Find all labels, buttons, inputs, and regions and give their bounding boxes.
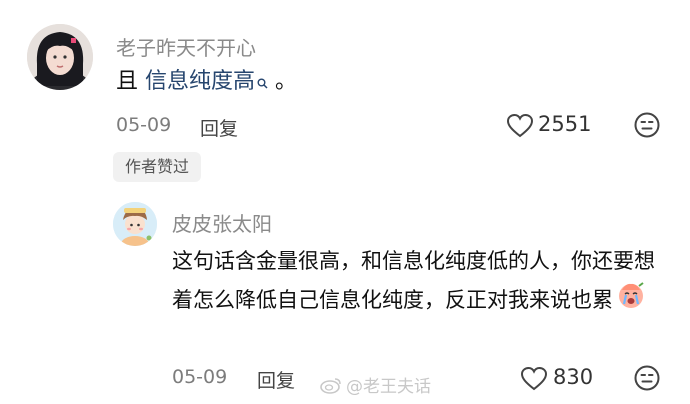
weibo-logo-icon bbox=[320, 376, 342, 399]
crying-face-emoji-icon bbox=[616, 280, 646, 322]
comment-text: 且 信息纯度高 。 bbox=[116, 68, 297, 97]
replier-username[interactable]: 皮皮张太阳 bbox=[172, 208, 272, 237]
face-menu-icon[interactable] bbox=[633, 111, 661, 143]
commenter-username[interactable]: 老子昨天不开心 bbox=[116, 32, 256, 61]
reply-date: 05-09 bbox=[172, 366, 228, 388]
comment-text-suffix: 。 bbox=[268, 69, 298, 94]
comment-reply-button[interactable]: 回复 bbox=[200, 114, 238, 141]
face-menu-icon[interactable] bbox=[633, 364, 661, 396]
replier-avatar[interactable] bbox=[113, 202, 157, 246]
comment-link-text[interactable]: 信息纯度高 bbox=[145, 69, 255, 94]
author-liked-badge: 作者赞过 bbox=[113, 152, 202, 182]
watermark: @老王夫话 bbox=[320, 372, 431, 399]
reply-like-count: 830 bbox=[553, 365, 594, 389]
reply-text: 这句话含金量很高，和信息化纯度低的人，你还要想着怎么降低自己信息化纯度，反正对我… bbox=[172, 242, 667, 322]
heart-outline-icon[interactable] bbox=[506, 113, 534, 143]
watermark-text: @老王夫话 bbox=[346, 377, 431, 397]
comment-like-count: 2551 bbox=[538, 112, 592, 136]
reply-text-body: 这句话含金量很高，和信息化纯度低的人，你还要想着怎么降低自己信息化纯度，反正对我… bbox=[172, 249, 655, 312]
heart-outline-icon[interactable] bbox=[520, 366, 548, 396]
comment-search-link[interactable]: 信息纯度高 bbox=[145, 69, 268, 94]
search-icon bbox=[257, 69, 268, 97]
commenter-avatar[interactable] bbox=[27, 24, 93, 90]
comment-text-prefix: 且 bbox=[116, 69, 145, 94]
comment-date: 05-09 bbox=[116, 114, 172, 136]
reply-reply-button[interactable]: 回复 bbox=[257, 366, 295, 393]
